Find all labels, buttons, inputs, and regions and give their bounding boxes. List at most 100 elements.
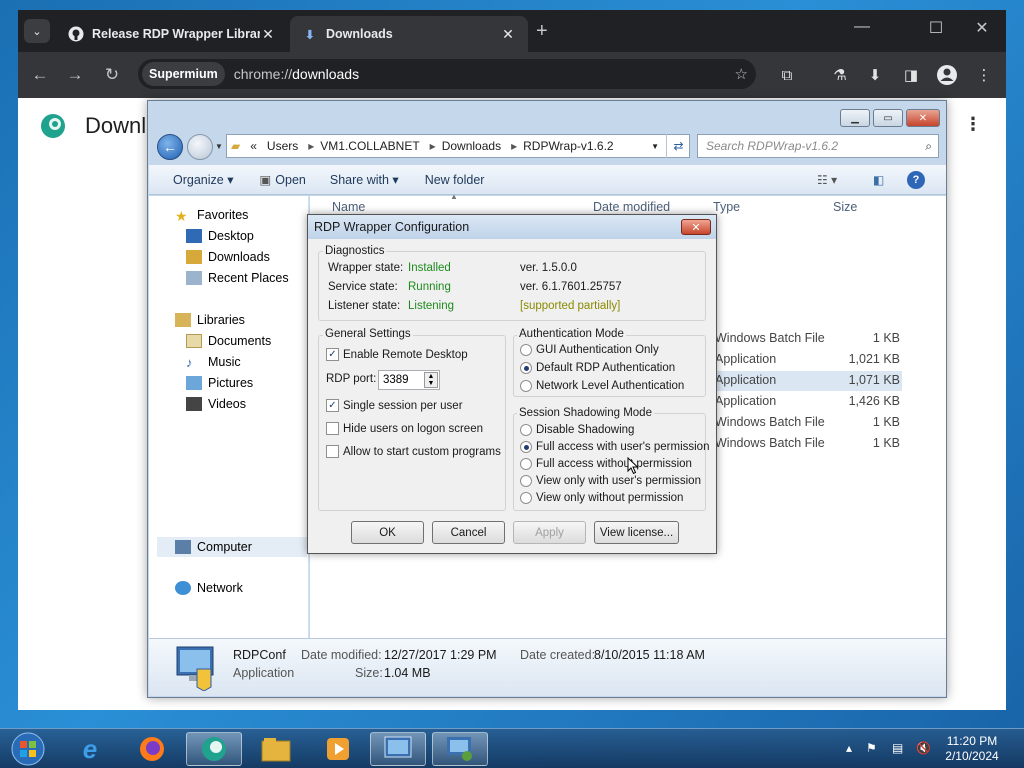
dialog-titlebar[interactable]: RDP Wrapper Configuration xyxy=(308,215,716,239)
minimize-icon[interactable]: ▁ xyxy=(840,109,870,127)
back-arrow-icon[interactable]: ← xyxy=(157,134,183,160)
show-hidden-icons[interactable]: ▴ xyxy=(846,741,852,755)
auth-default-radio[interactable]: Default RDP Authentication xyxy=(520,362,675,374)
help-icon[interactable]: ? xyxy=(907,170,925,189)
rdp-wrapper-taskbar-icon[interactable] xyxy=(432,732,488,766)
cancel-button[interactable]: Cancel xyxy=(432,521,505,544)
sort-arrow-icon: ▲ xyxy=(450,192,458,201)
profile-avatar-icon[interactable] xyxy=(935,63,959,87)
extensions-icon[interactable]: ⧉ xyxy=(775,63,799,87)
browser-chip[interactable]: Supermium xyxy=(142,62,225,86)
close-window-icon[interactable]: ✕ xyxy=(962,18,1002,38)
file-type[interactable]: Windows Batch File xyxy=(715,436,825,450)
rdp-port-input[interactable]: 3389 ▲ ▼ xyxy=(378,370,440,390)
file-explorer-icon[interactable] xyxy=(248,732,304,766)
file-type[interactable]: Application xyxy=(715,373,776,387)
auth-nla-radio[interactable]: Network Level Authentication xyxy=(520,380,684,392)
network-tray-icon[interactable]: ▤ xyxy=(892,741,903,755)
file-type[interactable]: Windows Batch File xyxy=(715,415,825,429)
media-player-icon[interactable] xyxy=(310,732,366,766)
nav-network[interactable]: Network xyxy=(175,581,243,595)
hide-users-checkbox[interactable]: Hide users on logon screen xyxy=(326,422,483,435)
new-tab-button[interactable]: + xyxy=(536,20,548,43)
apply-button[interactable]: Apply xyxy=(513,521,586,544)
side-panel-icon[interactable]: ◨ xyxy=(899,63,923,87)
close-tab-icon[interactable]: ✕ xyxy=(260,26,276,43)
tab-search-button[interactable]: ⌄ xyxy=(24,19,50,43)
shadow-disable-radio[interactable]: Disable Shadowing xyxy=(520,424,634,436)
enable-remote-desktop-checkbox[interactable]: ✓ Enable Remote Desktop xyxy=(326,348,468,361)
column-type[interactable]: Type xyxy=(713,200,740,214)
preview-pane-icon[interactable]: ◧ xyxy=(873,173,884,187)
view-license-button[interactable]: View license... xyxy=(594,521,679,544)
address-bar[interactable]: Supermium chrome://downloads ☆ xyxy=(138,59,756,89)
menu-kebab-icon[interactable]: ⋮ xyxy=(972,63,996,87)
breadcrumb-rdpwrap[interactable]: RDPWrap-v1.6.2 xyxy=(523,139,613,153)
nav-recent-places[interactable]: Recent Places xyxy=(186,271,289,285)
custom-programs-checkbox[interactable]: Allow to start custom programs xyxy=(326,445,501,458)
single-session-checkbox[interactable]: ✓ Single session per user xyxy=(326,399,463,412)
breadcrumb-vm1[interactable]: VM1.COLLABNET xyxy=(320,139,419,153)
close-tab-icon[interactable]: ✕ xyxy=(500,26,516,43)
search-input[interactable]: Search RDPWrap-v1.6.2 ⌕ xyxy=(697,134,939,158)
view-options-icon[interactable]: ☷ ▾ xyxy=(817,173,837,187)
maximize-icon[interactable]: ▭ xyxy=(873,109,903,127)
history-dropdown-icon[interactable]: ▼ xyxy=(215,142,223,151)
nav-desktop[interactable]: Desktop xyxy=(186,229,254,243)
volume-muted-icon[interactable]: 🔇 xyxy=(916,741,931,755)
labs-flask-icon[interactable]: ⚗ xyxy=(828,63,852,87)
shadow-full-no-permission-radio[interactable]: Full access without permission xyxy=(520,458,692,470)
port-spinner-icon[interactable]: ▲ ▼ xyxy=(424,372,438,388)
close-icon[interactable]: ✕ xyxy=(906,109,940,127)
start-button[interactable] xyxy=(2,732,54,766)
supermium-taskbar-icon[interactable] xyxy=(186,732,242,766)
nav-music[interactable]: ♪ Music xyxy=(186,355,241,370)
ok-button[interactable]: OK xyxy=(351,521,424,544)
open-button[interactable]: ▣ Open xyxy=(259,172,305,187)
forward-arrow-icon[interactable]: → xyxy=(63,63,87,87)
nav-libraries[interactable]: Libraries xyxy=(175,313,245,327)
column-size[interactable]: Size xyxy=(833,200,857,214)
chevron-down-icon[interactable]: ▼ xyxy=(651,142,659,151)
file-type[interactable]: Application xyxy=(715,394,776,408)
new-folder-button[interactable]: New folder xyxy=(425,173,485,187)
share-with-button[interactable]: Share with ▾ xyxy=(330,172,399,187)
maximize-icon[interactable]: ☐ xyxy=(916,18,956,38)
organize-button[interactable]: Organize ▾ xyxy=(173,172,233,187)
column-date[interactable]: Date modified xyxy=(593,200,670,214)
shadow-full-permission-radio[interactable]: Full access with user's permission xyxy=(520,441,709,453)
rdpconf-taskbar-icon[interactable] xyxy=(370,732,426,766)
downloads-menu-icon[interactable]: ⋮ xyxy=(964,114,982,135)
internet-explorer-icon[interactable]: e xyxy=(62,732,118,766)
breadcrumb-downloads[interactable]: Downloads xyxy=(442,139,501,153)
shadow-view-permission-radio[interactable]: View only with user's permission xyxy=(520,475,701,487)
nav-downloads[interactable]: Downloads xyxy=(186,250,270,264)
nav-videos[interactable]: Videos xyxy=(186,397,246,411)
reload-icon[interactable]: ↻ xyxy=(100,63,124,87)
nav-computer[interactable]: Computer xyxy=(157,537,307,557)
action-center-flag-icon[interactable]: ⚑ xyxy=(866,741,877,755)
nav-pictures[interactable]: Pictures xyxy=(186,376,253,390)
forward-arrow-icon[interactable] xyxy=(187,134,213,160)
refresh-icon[interactable]: ⇄ xyxy=(666,134,690,158)
breadcrumb-overflow[interactable]: « xyxy=(250,139,257,153)
column-name[interactable]: Name xyxy=(332,200,365,214)
tab-downloads[interactable]: ⬇ Downloads ✕ xyxy=(290,16,528,52)
address-breadcrumb[interactable]: ▰ « Users ▸ VM1.COLLABNET ▸ Downloads ▸ … xyxy=(226,134,690,158)
breadcrumb-users[interactable]: Users xyxy=(267,139,298,153)
file-type[interactable]: Windows Batch File xyxy=(715,331,825,345)
shadow-view-no-permission-radio[interactable]: View only without permission xyxy=(520,492,683,504)
star-icon[interactable]: ☆ xyxy=(735,65,748,83)
close-icon[interactable]: ✕ xyxy=(681,219,711,235)
downloads-toolbar-icon[interactable]: ⬇ xyxy=(863,63,887,87)
nav-favorites[interactable]: ★ Favorites xyxy=(175,208,248,224)
nav-documents[interactable]: Documents xyxy=(186,334,271,348)
minimize-icon[interactable]: — xyxy=(842,18,882,36)
system-clock[interactable]: 11:20 PM 2/10/2024 xyxy=(940,734,1004,764)
url-text[interactable]: chrome://downloads xyxy=(234,66,359,82)
firefox-icon[interactable] xyxy=(124,732,180,766)
auth-gui-radio[interactable]: GUI Authentication Only xyxy=(520,344,659,356)
tab-rdp-release[interactable]: Release RDP Wrapper Library v1.6.2 ✕ xyxy=(56,16,288,52)
back-arrow-icon[interactable]: ← xyxy=(28,63,52,87)
file-type[interactable]: Application xyxy=(715,352,776,366)
